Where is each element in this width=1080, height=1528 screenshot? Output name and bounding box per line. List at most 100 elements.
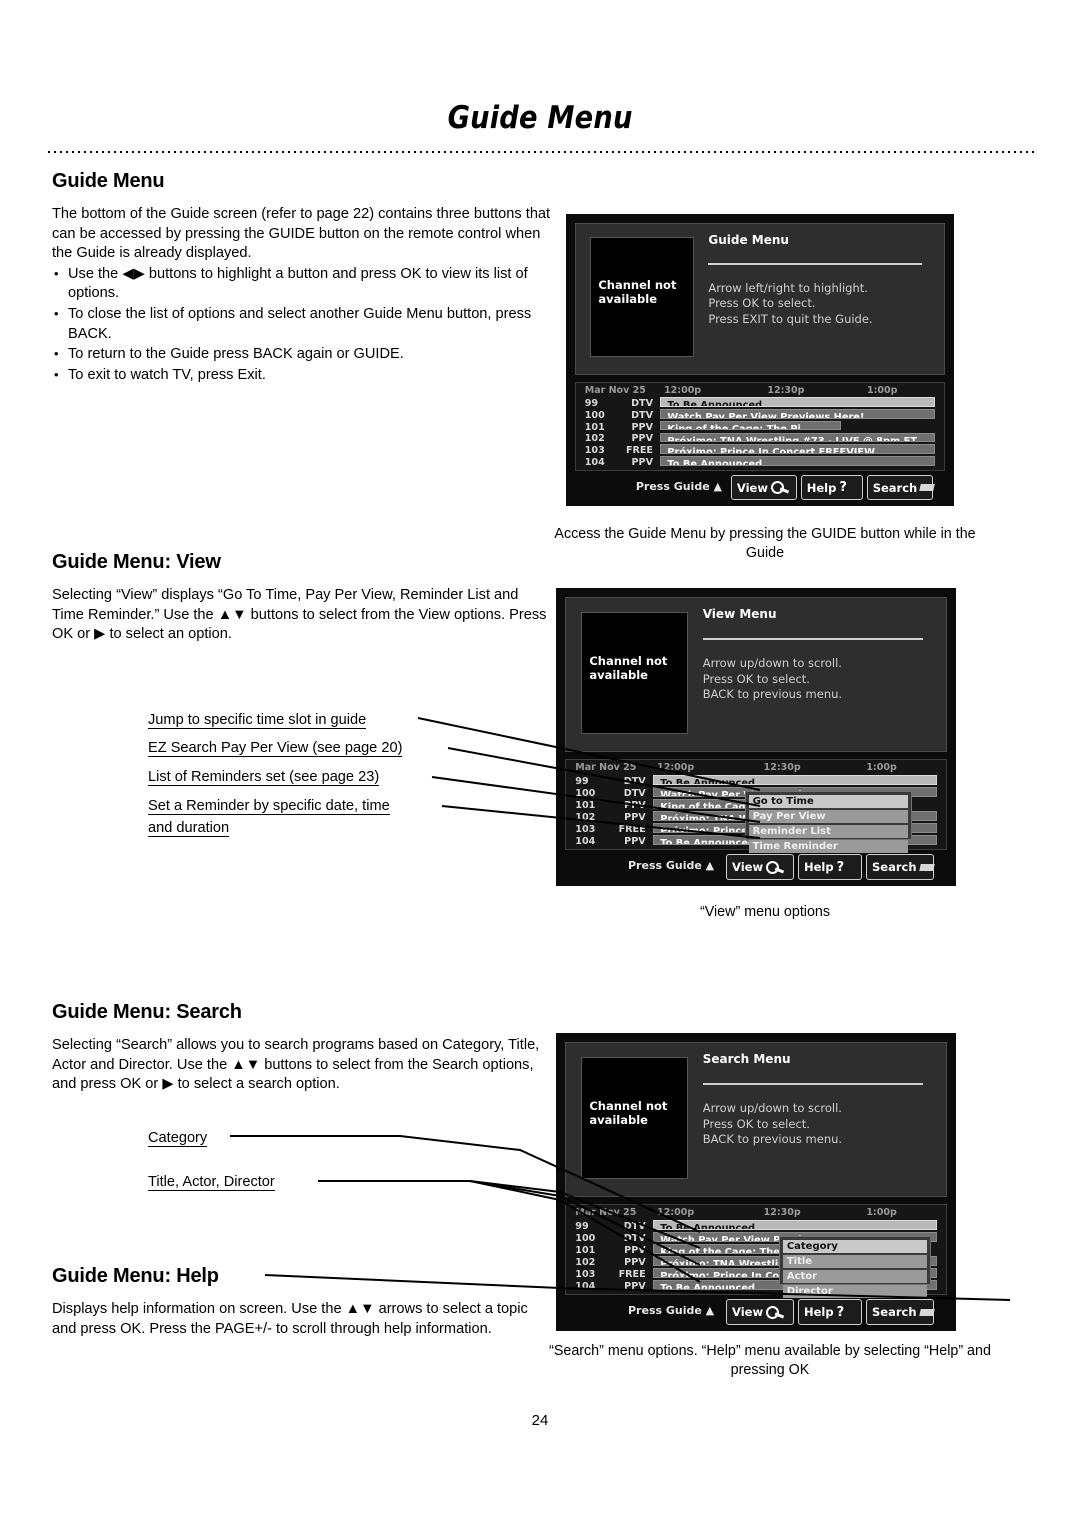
figure-search-menu-screen: Channel not available Search Menu Arrow … (556, 1033, 956, 1331)
timebar-date: Mar Nov 25 (575, 1207, 637, 1219)
help-button-label: Help (804, 860, 834, 875)
menu-item-director[interactable]: Director (782, 1284, 927, 1298)
program-title[interactable]: To Be Announced (660, 397, 936, 407)
search-button[interactable]: Search (866, 1299, 935, 1325)
callout-time-reminder-cont: and duration (148, 820, 230, 837)
menu-item-title[interactable]: Title (782, 1254, 927, 1268)
timebar-slot-3: 1:00p (866, 384, 898, 396)
program-title[interactable]: Próximo: Prince In Concert FREEVIEW (660, 444, 936, 454)
program-title[interactable]: To Be Announced (660, 456, 936, 466)
program-title[interactable]: Próximo: TNA Wrestling #73 - LIVE @ 8pm … (660, 432, 936, 443)
channel-number: 99 (575, 775, 589, 787)
channel-source: PPV (624, 1256, 646, 1268)
press-guide-hint: Press Guide ▲ (628, 1303, 715, 1317)
menu-item-actor[interactable]: Actor (782, 1269, 927, 1283)
timebar-slot-2: 12:30p (763, 1207, 801, 1219)
timebar-slot-2: 12:30p (767, 384, 805, 396)
tv2-instructions: Arrow up/down to scroll. Press OK to sel… (702, 656, 843, 702)
callout-pay-per-view: EZ Search Pay Per View (see page 20) (148, 740, 403, 757)
program-title[interactable]: King of the Cage: The Pi... (660, 420, 842, 431)
callout-go-to-time: Jump to specific time slot in guide (148, 712, 367, 729)
menu-item-go-to-time[interactable]: Go to Time (748, 794, 908, 808)
channel-source: PPV (624, 1244, 646, 1256)
channel-source: DTV (623, 775, 646, 787)
magnifier-icon (766, 860, 780, 874)
callout-title-actor-director: Title, Actor, Director (148, 1174, 275, 1191)
channel-number: 100 (575, 787, 596, 799)
timebar-date: Mar Nov 25 (584, 384, 646, 396)
press-guide-hint: Press Guide ▲ (628, 858, 715, 872)
help-heading: Guide Menu: Help (52, 1265, 219, 1287)
view-button[interactable]: View (726, 1299, 794, 1325)
question-mark-icon: ? (836, 1304, 845, 1320)
list-item: To close the list of options and select … (52, 304, 552, 344)
timebar-slot-1: 12:00p (664, 384, 702, 396)
tv2-preview-message: Channel not available (589, 653, 668, 682)
table-row[interactable]: 99 DTV To Be Announced (576, 396, 945, 409)
menu-item-time-reminder[interactable]: Time Reminder (748, 839, 908, 853)
tv1-instructions: Arrow left/right to highlight. Press OK … (708, 280, 873, 326)
figure-3-caption: “Search” menu options. “Help” menu avail… (549, 1343, 991, 1378)
table-row[interactable]: 100 DTV Watch Pay Per View Previews Here… (576, 408, 945, 421)
program-title[interactable]: To Be Announced (653, 775, 937, 785)
tv1-timebar: Mar Nov 25 12:00p 12:30p 1:00p (576, 383, 945, 396)
tv3-video-preview: Channel not available (581, 1056, 688, 1180)
tv1-program-grid: Mar Nov 25 12:00p 12:30p 1:00p 99 DTV To… (574, 381, 946, 471)
view-button[interactable]: View (726, 854, 794, 880)
callout-time-reminder: Set a Reminder by specific date, time (148, 798, 390, 815)
program-title[interactable]: Watch Pay Per View Previews Here! (660, 409, 936, 419)
help-button[interactable]: Help ? (798, 854, 862, 880)
figure-2-caption: “View” menu options (699, 904, 831, 920)
section-help: Guide Menu: Help Displays help informati… (52, 1265, 552, 1339)
binoculars-icon (918, 1308, 935, 1316)
tv1-video-preview: Channel not available (590, 237, 694, 358)
help-button[interactable]: Help ? (798, 1299, 862, 1325)
manual-page: Guide Menu Guide Menu The bottom of the … (0, 0, 1080, 1528)
menu-item-pay-per-view[interactable]: Pay Per View (748, 809, 908, 823)
view-paragraph: Selecting “View” displays “Go To Time, P… (52, 587, 547, 643)
timebar-slot-3: 1:00p (866, 1207, 897, 1219)
table-row[interactable]: 101 PPV King of the Cage: The Pi... (576, 420, 945, 433)
timebar-slot-1: 12:00p (657, 1207, 695, 1219)
table-row[interactable]: 104 PPV To Be Announced (576, 455, 945, 468)
tv3-info-panel: Channel not available Search Menu Arrow … (564, 1041, 948, 1197)
channel-source: DTV (623, 1220, 646, 1232)
figure-view-menu-screen: Channel not available View Menu Arrow up… (556, 588, 956, 886)
table-row[interactable]: 99 DTV To Be Announced (566, 1219, 946, 1232)
tv2-info-panel: Channel not available View Menu Arrow up… (564, 596, 948, 752)
program-title[interactable]: To Be Announced (653, 1220, 937, 1230)
channel-source: PPV (631, 456, 654, 468)
menu-item-category[interactable]: Category (782, 1239, 927, 1253)
search-button[interactable]: Search (866, 475, 935, 501)
tv3-program-grid: Mar Nov 25 12:00p 12:30p 1:00p 99 DTV To… (564, 1204, 948, 1298)
binoculars-icon (918, 863, 935, 871)
magnifier-icon (770, 481, 784, 495)
tv3-title-rule (702, 1082, 924, 1085)
channel-number: 104 (575, 1280, 596, 1292)
view-menu-dropdown[interactable]: Go to Time Pay Per View Reminder List Ti… (744, 790, 912, 853)
help-button-label: Help (804, 1305, 834, 1320)
view-button[interactable]: View (730, 475, 797, 501)
channel-number: 101 (575, 1244, 596, 1256)
binoculars-icon (919, 484, 935, 492)
callout-category: Category (148, 1130, 208, 1147)
section-view: Guide Menu: View Selecting “View” displa… (52, 551, 552, 645)
table-row[interactable]: 99 DTV To Be Announced (566, 774, 946, 787)
view-button-label: View (732, 860, 764, 875)
table-row[interactable]: 103 FREE Próximo: Prince In Concert FREE… (576, 444, 945, 456)
channel-source: FREE (618, 1268, 646, 1280)
tv3-preview-message: Channel not available (589, 1098, 668, 1127)
channel-number: 103 (575, 823, 596, 835)
search-menu-dropdown[interactable]: Category Title Actor Director (778, 1235, 931, 1298)
channel-source: DTV (623, 1232, 646, 1244)
table-row[interactable]: 102 PPV Próximo: TNA Wrestling #73 - LIV… (576, 432, 945, 444)
channel-number: 102 (575, 1256, 596, 1268)
page-title: Guide Menu (447, 100, 633, 136)
menu-item-reminder-list[interactable]: Reminder List (748, 824, 908, 838)
channel-number: 102 (575, 811, 596, 823)
figure-1-caption: Access the Guide Menu by pressing the GU… (554, 526, 976, 561)
channel-number: 104 (575, 835, 596, 847)
tv2-timebar: Mar Nov 25 12:00p 12:30p 1:00p (566, 760, 946, 774)
search-button[interactable]: Search (866, 854, 935, 880)
help-button[interactable]: Help ? (800, 475, 863, 501)
